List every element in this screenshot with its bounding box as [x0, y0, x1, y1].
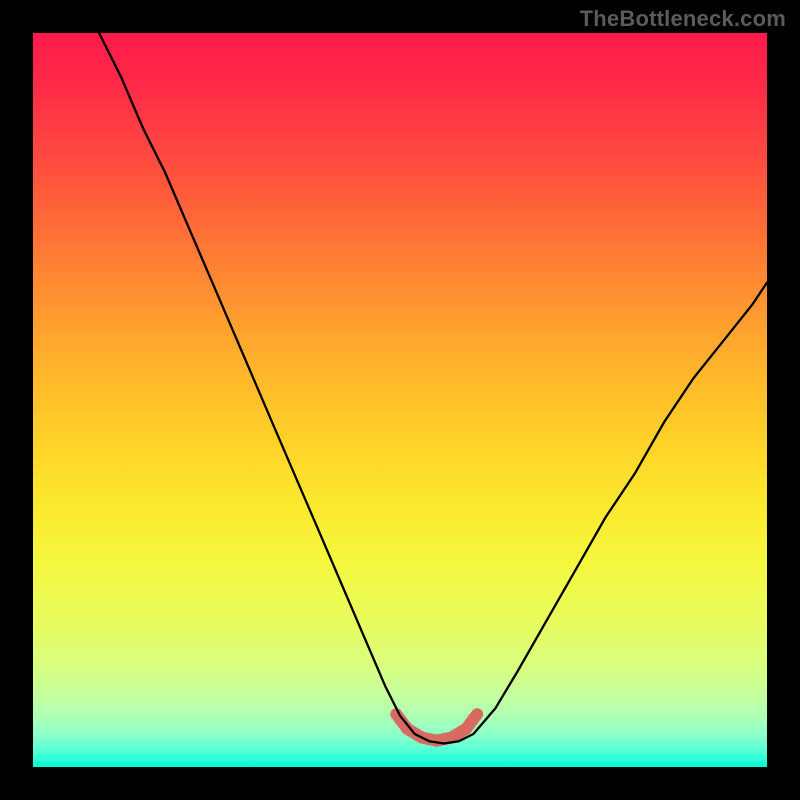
- watermark-text: TheBottleneck.com: [580, 6, 786, 32]
- chart-frame: TheBottleneck.com: [0, 0, 800, 800]
- bottleneck-curve: [99, 33, 767, 744]
- plot-area: [33, 33, 767, 767]
- chart-svg: [33, 33, 767, 767]
